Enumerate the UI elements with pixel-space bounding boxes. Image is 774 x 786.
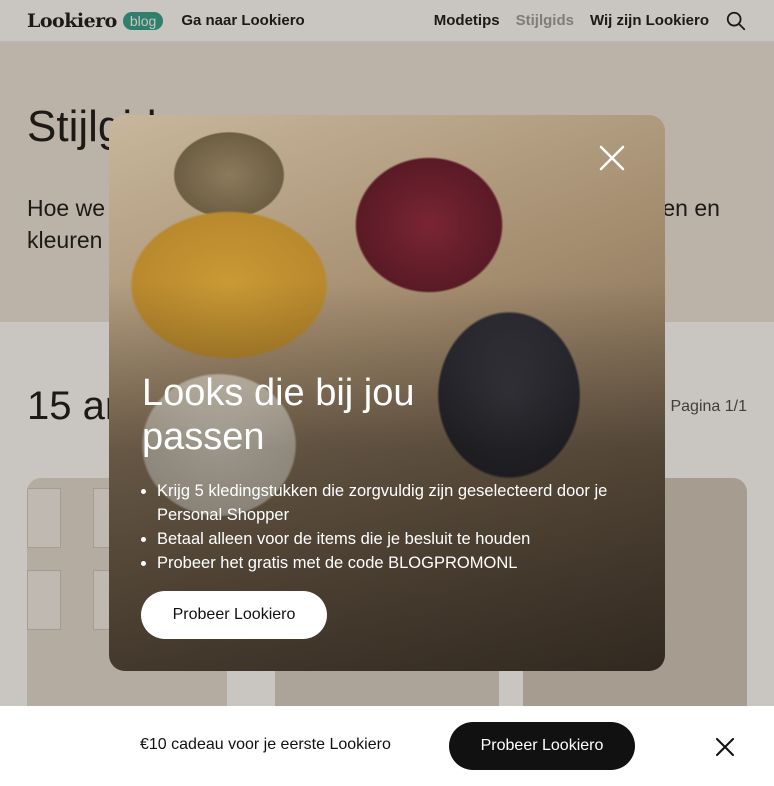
list-item: Betaal alleen voor de items die je beslu… [157, 527, 637, 551]
list-item: Krijg 5 kledingstukken die zorgvuldig zi… [157, 479, 637, 527]
close-icon[interactable] [599, 145, 625, 171]
promo-modal: Looks die bij jou passen Krijg 5 kleding… [109, 115, 665, 671]
promo-banner: €10 cadeau voor je eerste Lookiero Probe… [0, 706, 774, 786]
close-icon[interactable] [716, 738, 734, 756]
banner-text: €10 cadeau voor je eerste Lookiero [140, 736, 391, 753]
modal-benefits-list: Krijg 5 kledingstukken die zorgvuldig zi… [157, 479, 637, 575]
modal-title: Looks die bij jou passen [142, 372, 415, 458]
list-item: Probeer het gratis met de code BLOGPROMO… [157, 551, 637, 575]
probeer-lookiero-button[interactable]: Probeer Lookiero [141, 591, 327, 639]
banner-probeer-button[interactable]: Probeer Lookiero [449, 722, 635, 770]
